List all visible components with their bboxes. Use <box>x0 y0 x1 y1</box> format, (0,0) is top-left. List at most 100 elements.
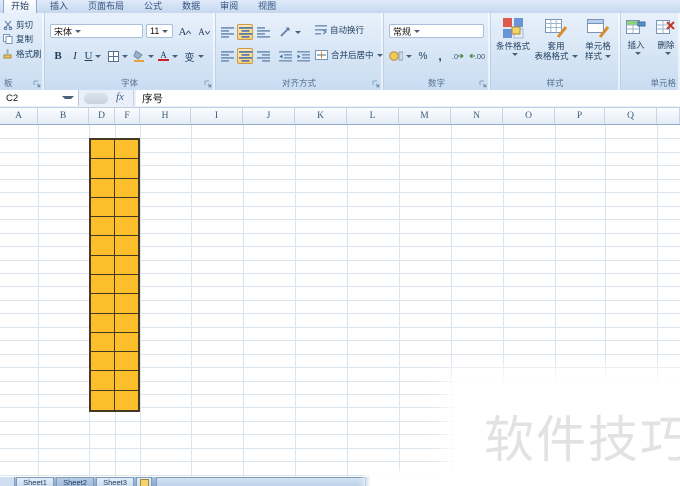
align-center-button[interactable] <box>237 48 253 64</box>
sheet-tab-Sheet1[interactable]: Sheet1 <box>16 477 54 486</box>
tab-home[interactable]: 开始 <box>3 0 38 13</box>
borders-button[interactable] <box>107 48 129 64</box>
dialog-launcher-icon[interactable] <box>479 80 487 88</box>
tab-review[interactable]: 审阅 <box>213 0 245 13</box>
sheet-nav-buttons[interactable] <box>0 477 15 486</box>
dialog-launcher-icon[interactable] <box>33 80 41 88</box>
name-box-dropdown-arrow-icon[interactable] <box>62 96 74 99</box>
highlighted-cell-F5[interactable] <box>114 197 138 218</box>
column-header-H[interactable]: H <box>140 108 191 124</box>
cell-styles-button[interactable]: 单元格 样式 <box>578 17 618 73</box>
percent-style-button[interactable]: % <box>415 48 431 64</box>
format-painter-button[interactable]: 格式刷 <box>3 48 42 60</box>
column-header-P[interactable]: P <box>555 108 605 124</box>
accounting-format-button[interactable] <box>388 48 412 64</box>
tab-page-layout[interactable]: 页面布局 <box>81 0 131 13</box>
increase-decimal-button[interactable]: .0 <box>449 48 467 64</box>
highlighted-cell-F9[interactable] <box>114 275 138 295</box>
column-header-partial[interactable] <box>657 108 680 124</box>
grow-font-button[interactable]: A <box>177 24 193 40</box>
font-size-select[interactable]: 11 <box>146 24 173 38</box>
highlighted-cell-F12[interactable] <box>114 332 138 353</box>
phonetic-guide-button[interactable]: 变 <box>182 48 206 64</box>
tab-data[interactable]: 数据 <box>175 0 207 13</box>
comma-style-button[interactable]: , <box>432 48 448 64</box>
underline-button[interactable]: U <box>82 48 104 64</box>
highlighted-cell-F15[interactable] <box>114 390 138 410</box>
dialog-launcher-icon[interactable] <box>372 80 380 88</box>
insert-worksheet-tab[interactable] <box>136 477 152 486</box>
highlighted-cell-F3[interactable] <box>114 159 138 179</box>
tab-formulas[interactable]: 公式 <box>137 0 169 13</box>
copy-button[interactable]: 复制 <box>3 33 33 45</box>
decrease-indent-button[interactable] <box>277 48 293 64</box>
highlighted-cell-F4[interactable] <box>114 178 138 198</box>
dialog-launcher-icon[interactable] <box>204 80 212 88</box>
tab-insert[interactable]: 插入 <box>43 0 75 13</box>
align-left-button[interactable] <box>219 48 235 64</box>
highlighted-cell-F10[interactable] <box>114 294 138 314</box>
bold-button[interactable]: B <box>50 48 66 64</box>
formula-input[interactable]: 序号 <box>136 90 680 106</box>
column-header-Q[interactable]: Q <box>605 108 657 124</box>
align-middle-button[interactable] <box>237 24 253 40</box>
column-header-F[interactable]: F <box>115 108 140 124</box>
insert-cells-button[interactable]: 插入 <box>622 17 650 73</box>
sheet-tab-Sheet3[interactable]: Sheet3 <box>96 477 134 486</box>
highlighted-range[interactable] <box>89 138 140 412</box>
column-header-N[interactable]: N <box>451 108 503 124</box>
font-color-button[interactable]: A <box>157 48 179 64</box>
column-header-L[interactable]: L <box>347 108 399 124</box>
shrink-font-button[interactable]: A <box>196 24 212 40</box>
increase-indent-button[interactable] <box>295 48 311 64</box>
wrap-text-button[interactable]: 自动换行 <box>315 24 364 36</box>
sheet-tab-Sheet2[interactable]: Sheet2 <box>56 477 94 486</box>
decrease-decimal-button[interactable]: .00 <box>468 48 486 64</box>
column-header-I[interactable]: I <box>191 108 243 124</box>
align-top-button[interactable] <box>219 24 235 40</box>
column-header-A[interactable]: A <box>0 108 38 124</box>
delete-cells-button[interactable]: 删除 <box>652 17 680 73</box>
highlighted-cell-D3[interactable] <box>91 159 115 179</box>
orientation-button[interactable] <box>277 24 303 40</box>
column-header-B[interactable]: B <box>38 108 89 124</box>
highlighted-cell-D2[interactable] <box>91 140 115 160</box>
highlighted-cell-F13[interactable] <box>114 352 138 372</box>
highlighted-cell-D5[interactable] <box>91 197 115 218</box>
highlighted-cell-D12[interactable] <box>91 332 115 353</box>
insert-function-button[interactable]: fx <box>116 91 124 103</box>
highlighted-cell-D4[interactable] <box>91 178 115 198</box>
conditional-formatting-button[interactable]: 条件格式 <box>492 17 534 73</box>
column-header-D[interactable]: D <box>89 108 115 124</box>
number-format-select[interactable]: 常规 <box>389 24 484 38</box>
horizontal-scrollbar-thumb[interactable] <box>156 477 366 486</box>
highlighted-cell-D13[interactable] <box>91 352 115 372</box>
highlighted-cell-D11[interactable] <box>91 313 115 333</box>
italic-button[interactable]: I <box>67 48 83 64</box>
tab-view[interactable]: 视图 <box>251 0 283 13</box>
highlighted-cell-D10[interactable] <box>91 294 115 314</box>
font-name-select[interactable]: 宋体 <box>50 24 143 38</box>
highlighted-cell-F7[interactable] <box>114 236 138 256</box>
highlighted-cell-F14[interactable] <box>114 371 138 391</box>
highlighted-cell-D8[interactable] <box>91 255 115 275</box>
highlighted-cell-F6[interactable] <box>114 217 138 237</box>
align-bottom-button[interactable] <box>255 24 271 40</box>
highlighted-cell-D14[interactable] <box>91 371 115 391</box>
column-header-J[interactable]: J <box>243 108 295 124</box>
merge-center-button[interactable]: 合并后居中 <box>315 49 383 61</box>
format-as-table-button[interactable]: 套用 表格格式 <box>534 17 578 73</box>
highlighted-cell-F2[interactable] <box>114 140 138 160</box>
highlighted-cell-D6[interactable] <box>91 217 115 237</box>
highlighted-cell-D15[interactable] <box>91 390 115 410</box>
highlighted-cell-F11[interactable] <box>114 313 138 333</box>
column-header-M[interactable]: M <box>399 108 451 124</box>
fill-color-button[interactable] <box>132 48 154 64</box>
highlighted-cell-D9[interactable] <box>91 275 115 295</box>
column-header-O[interactable]: O <box>503 108 555 124</box>
column-header-K[interactable]: K <box>295 108 347 124</box>
align-right-button[interactable] <box>255 48 271 64</box>
name-box[interactable]: C2 <box>0 90 79 106</box>
cut-button[interactable]: 剪切 <box>3 19 33 31</box>
highlighted-cell-F8[interactable] <box>114 255 138 275</box>
